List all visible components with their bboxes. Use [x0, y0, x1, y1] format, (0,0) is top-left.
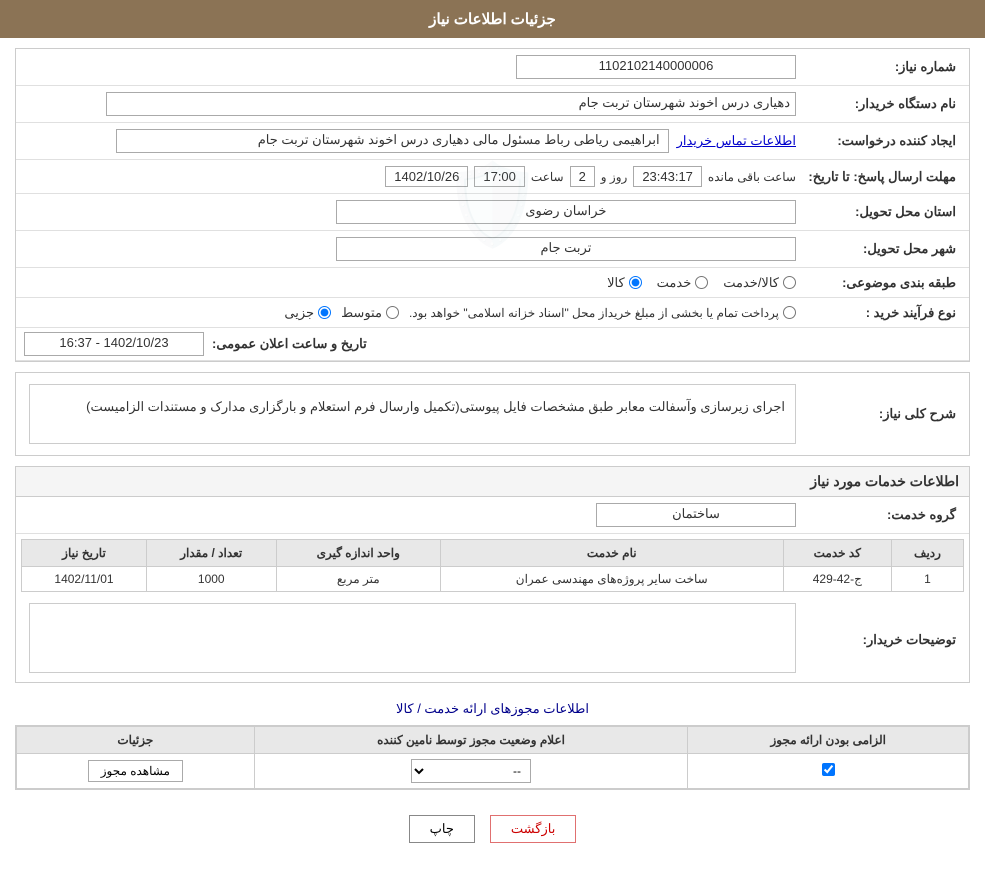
list-item: -- مشاهده مجوز	[17, 754, 969, 789]
announcement-row: تاریخ و ساعت اعلان عمومی: 1402/10/23 - 1…	[16, 328, 969, 361]
process-row: نوع فرآیند خرید : پرداخت تمام یا بخشی از…	[16, 298, 969, 328]
main-info-section: شماره نیاز: 1102102140000006 نام دستگاه …	[15, 48, 970, 362]
col-required: الزامی بودن ارائه مجوز	[688, 727, 969, 754]
requester-contact-link[interactable]: اطلاعات تماس خریدار	[677, 133, 796, 149]
requester-row: ایجاد کننده درخواست: اطلاعات تماس خریدار…	[16, 123, 969, 160]
category-radio-kala-khidmat[interactable]: کالا/خدمت	[723, 275, 796, 291]
deadline-date: 1402/10/26	[385, 166, 468, 187]
category-radio-group: کالا/خدمت خدمت کالا	[29, 275, 796, 291]
cell-service-code: ج-42-429	[783, 567, 891, 592]
announcement-input: 1402/10/23 - 16:37	[24, 332, 204, 356]
description-label: شرح کلی نیاز:	[801, 406, 961, 422]
remaining-label: ساعت باقی مانده	[708, 170, 796, 184]
services-table: ردیف کد خدمت نام خدمت واحد اندازه گیری ت…	[21, 539, 964, 592]
permissions-table: الزامی بودن ارائه مجوز اعلام وضعیت مجوز …	[16, 726, 969, 789]
cell-date: 1402/11/01	[22, 567, 147, 592]
print-button[interactable]: چاپ	[409, 815, 475, 843]
need-number-value: 1102102140000006	[24, 53, 801, 81]
buyer-org-label: نام دستگاه خریدار:	[801, 96, 961, 112]
buyer-notes-row: توضیحات خریدار:	[16, 597, 969, 682]
bottom-buttons: چاپ بازگشت	[15, 800, 970, 858]
process-radio-group: پرداخت تمام یا بخشی از مبلغ خریداز محل "…	[29, 305, 796, 321]
permissions-title: اطلاعات مجوزهای ارائه خدمت / کالا	[15, 693, 970, 725]
service-group-input: ساختمان	[596, 503, 796, 527]
required-checkbox[interactable]	[822, 763, 835, 776]
requester-input: ابراهیمی ریاطی رباط مسئول مالی دهیاری در…	[116, 129, 668, 153]
deadline-row: مهلت ارسال پاسخ: تا تاریخ: ساعت باقی مان…	[16, 160, 969, 194]
category-label: طبقه بندی موضوعی:	[801, 275, 961, 291]
col-service-code: کد خدمت	[783, 540, 891, 567]
col-row-num: ردیف	[892, 540, 964, 567]
col-status: اعلام وضعیت مجوز توسط نامین کننده	[254, 727, 688, 754]
description-row: شرح کلی نیاز: اجرای زیرسازی وآسفالت معاب…	[16, 373, 969, 455]
status-select[interactable]: --	[411, 759, 531, 783]
service-group-row: گروه خدمت: ساختمان	[16, 497, 969, 534]
back-button[interactable]: بازگشت	[490, 815, 576, 843]
province-input: خراسان رضوی	[336, 200, 796, 224]
table-row: 1 ج-42-429 ساخت سایر پروژه‌های مهندسی عم…	[22, 567, 964, 592]
category-row: طبقه بندی موضوعی: کالا/خدمت خدمت	[16, 268, 969, 298]
services-section: اطلاعات خدمات مورد نیاز گروه خدمت: ساختم…	[15, 466, 970, 683]
service-group-label: گروه خدمت:	[801, 507, 961, 523]
time-label: ساعت	[531, 170, 564, 184]
cell-status: --	[254, 754, 688, 789]
col-details: جزئیات	[17, 727, 255, 754]
page-header: جزئیات اطلاعات نیاز	[0, 0, 985, 38]
buyer-notes-textarea[interactable]	[29, 603, 796, 673]
cell-quantity: 1000	[146, 567, 276, 592]
cell-row-num: 1	[892, 567, 964, 592]
process-radio-small[interactable]: جزیی	[284, 305, 331, 321]
buyer-org-row: نام دستگاه خریدار: دهیاری درس اخوند شهرس…	[16, 86, 969, 123]
col-unit: واحد اندازه گیری	[276, 540, 440, 567]
city-row: شهر محل تحویل: تربت جام	[16, 231, 969, 268]
services-title: اطلاعات خدمات مورد نیاز	[15, 466, 970, 496]
col-service-name: نام خدمت	[440, 540, 783, 567]
city-label: شهر محل تحویل:	[801, 241, 961, 257]
requester-label: ایجاد کننده درخواست:	[801, 133, 961, 149]
province-row: استان محل تحویل: خراسان رضوی	[16, 194, 969, 231]
view-permit-button[interactable]: مشاهده مجوز	[88, 760, 183, 782]
description-text: اجرای زیرسازی وآسفالت معابر طبق مشخصات ف…	[29, 384, 796, 444]
page-title: جزئیات اطلاعات نیاز	[429, 11, 556, 28]
days-value: 2	[570, 166, 595, 187]
process-radio-medium[interactable]: متوسط	[341, 305, 399, 321]
deadline-countdown-row: ساعت باقی مانده 23:43:17 روز و 2 ساعت 17…	[29, 166, 796, 187]
cell-service-name: ساخت سایر پروژه‌های مهندسی عمران	[440, 567, 783, 592]
buyer-org-input: دهیاری درس اخوند شهرستان تربت جام	[106, 92, 796, 116]
col-quantity: تعداد / مقدار	[146, 540, 276, 567]
buyer-notes-label: توضیحات خریدار:	[801, 632, 961, 648]
process-label: نوع فرآیند خرید :	[801, 305, 961, 321]
col-date: تاریخ نیاز	[22, 540, 147, 567]
province-label: استان محل تحویل:	[801, 204, 961, 220]
city-input: تربت جام	[336, 237, 796, 261]
announcement-label: تاریخ و ساعت اعلان عمومی:	[212, 336, 372, 352]
deadline-time: 17:00	[474, 166, 525, 187]
permissions-section: اطلاعات مجوزهای ارائه خدمت / کالا الزامی…	[15, 693, 970, 790]
cell-unit: متر مربع	[276, 567, 440, 592]
days-label: روز و	[601, 170, 628, 184]
category-radio-khidmat[interactable]: خدمت	[657, 275, 709, 291]
need-number-row: شماره نیاز: 1102102140000006	[16, 49, 969, 86]
category-radio-kala[interactable]: کالا	[607, 275, 642, 291]
deadline-label: مهلت ارسال پاسخ: تا تاریخ:	[801, 169, 961, 185]
countdown-timer: 23:43:17	[633, 166, 702, 187]
need-number-input: 1102102140000006	[516, 55, 796, 79]
process-radio-islamic[interactable]: پرداخت تمام یا بخشی از مبلغ خریداز محل "…	[409, 306, 796, 320]
need-number-label: شماره نیاز:	[801, 59, 961, 75]
cell-required	[688, 754, 969, 789]
description-section: شرح کلی نیاز: اجرای زیرسازی وآسفالت معاب…	[15, 372, 970, 456]
cell-details: مشاهده مجوز	[17, 754, 255, 789]
